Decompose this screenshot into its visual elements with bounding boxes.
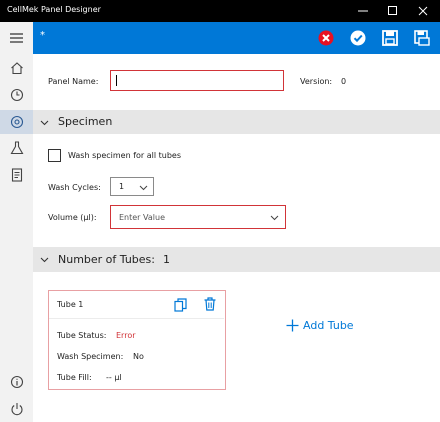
- sidebar-item-history[interactable]: [0, 83, 33, 107]
- save-as-icon: [414, 30, 430, 46]
- power-icon: [10, 403, 23, 416]
- add-tube-label: Add Tube: [303, 319, 354, 332]
- sidebar-item-flask[interactable]: [0, 136, 33, 160]
- sidebar-item-panels[interactable]: [0, 110, 33, 134]
- tube-status-label: Tube Status:: [57, 331, 107, 340]
- window-title: CellMek Panel Designer: [7, 5, 101, 14]
- panel-name-label: Panel Name:: [48, 77, 99, 86]
- menu-icon: [10, 33, 23, 43]
- save-as-button[interactable]: [412, 28, 432, 48]
- tubes-section-title: Number of Tubes:: [58, 253, 155, 266]
- chevron-down-icon: [270, 215, 279, 221]
- maximize-icon: [388, 6, 397, 15]
- close-icon: [418, 6, 428, 16]
- volume-label: Volume (µl):: [48, 213, 97, 222]
- add-tube-button[interactable]: Add Tube: [286, 319, 354, 332]
- save-button[interactable]: [380, 28, 400, 48]
- specimen-section-header[interactable]: Specimen: [33, 110, 440, 134]
- volume-select[interactable]: Enter Value: [110, 205, 286, 229]
- tube-status-value: Error: [116, 331, 136, 340]
- version-label: Version:: [300, 77, 333, 86]
- volume-placeholder: Enter Value: [119, 213, 165, 222]
- flask-icon: [10, 141, 23, 155]
- chevron-down-icon: [139, 185, 148, 191]
- tube-card-header: Tube 1: [49, 291, 224, 319]
- wash-specimen-value: No: [133, 352, 144, 361]
- sidebar: [0, 22, 33, 422]
- unsaved-indicator: *: [40, 30, 45, 41]
- info-icon: [10, 375, 23, 389]
- validate-icon: [350, 30, 366, 46]
- wash-cycles-select[interactable]: 1: [110, 177, 154, 196]
- plus-icon: [286, 319, 299, 332]
- tube-card[interactable]: Tube 1 Tube Status: Error Wash Specimen:…: [48, 290, 226, 390]
- wash-specimen-label: Wash Specimen:: [57, 352, 124, 361]
- chevron-down-icon: [40, 120, 49, 126]
- specimen-section-title: Specimen: [58, 115, 113, 128]
- wash-cycles-label: Wash Cycles:: [48, 183, 101, 192]
- tube-fill-label: Tube Fill:: [57, 373, 92, 382]
- sidebar-item-home[interactable]: [0, 56, 33, 80]
- minimize-icon: [358, 10, 368, 12]
- sidebar-menu-button[interactable]: [0, 26, 33, 50]
- close-button[interactable]: [408, 0, 438, 22]
- maximize-button[interactable]: [378, 0, 408, 22]
- delete-icon[interactable]: [204, 297, 216, 311]
- home-icon: [10, 62, 23, 75]
- version-value: 0: [341, 77, 347, 86]
- command-bar: *: [33, 22, 440, 54]
- panel-name-input[interactable]: [110, 70, 284, 91]
- title-bar: CellMek Panel Designer: [0, 0, 440, 22]
- sidebar-item-power[interactable]: [0, 397, 33, 421]
- save-icon: [382, 30, 398, 46]
- tubes-count: 1: [163, 253, 170, 266]
- history-icon: [10, 88, 23, 102]
- chevron-down-icon: [40, 257, 49, 263]
- discard-button[interactable]: [316, 28, 336, 48]
- report-icon: [11, 168, 22, 182]
- copy-icon[interactable]: [174, 298, 187, 312]
- sidebar-item-report[interactable]: [0, 163, 33, 187]
- tubes-section-header[interactable]: Number of Tubes: 1: [33, 247, 440, 272]
- wash-all-label: Wash specimen for all tubes: [68, 151, 182, 160]
- minimize-button[interactable]: [348, 0, 378, 22]
- text-caret: [116, 75, 117, 86]
- sidebar-item-info[interactable]: [0, 370, 33, 394]
- discard-icon: [318, 30, 334, 46]
- tube-fill-value: -- µl: [106, 373, 122, 382]
- tube-title: Tube 1: [57, 300, 84, 309]
- wash-cycles-value: 1: [119, 182, 125, 191]
- wash-all-checkbox[interactable]: [48, 149, 61, 162]
- validate-button[interactable]: [348, 28, 368, 48]
- panels-icon: [10, 115, 23, 129]
